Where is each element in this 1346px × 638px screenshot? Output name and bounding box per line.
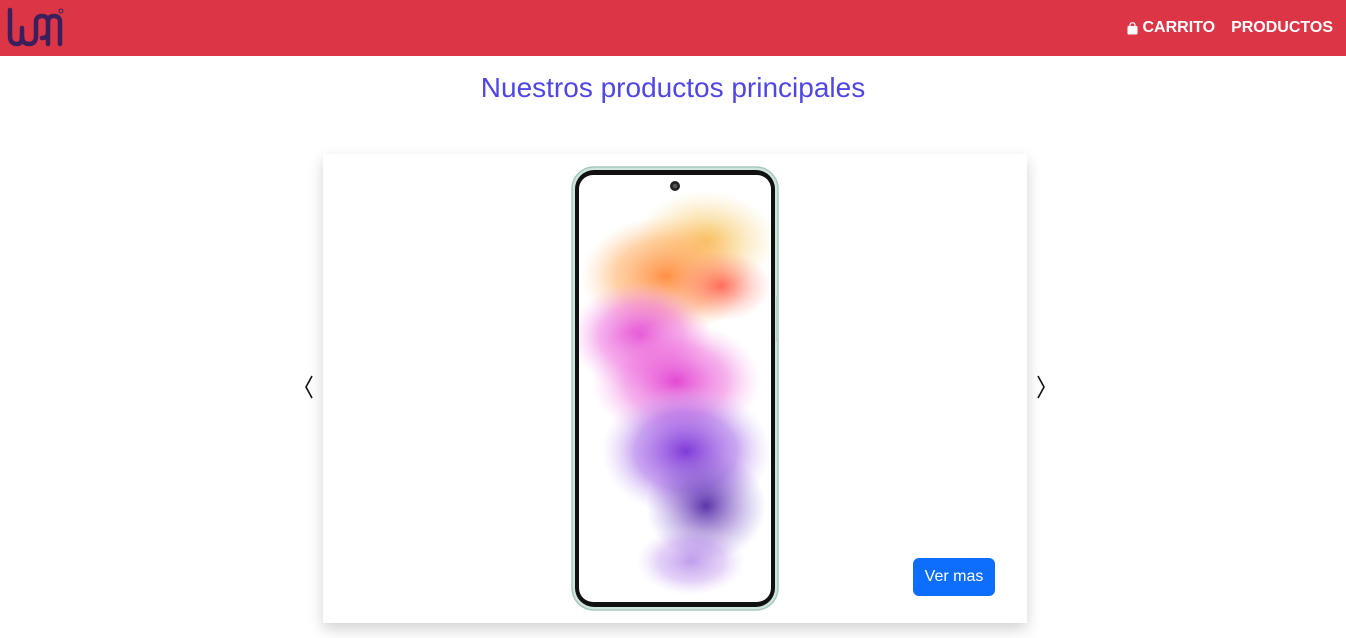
nav-cart-label: CARRITO (1142, 19, 1216, 36)
chevron-right-icon (1037, 375, 1045, 399)
shopping-bag-icon (1127, 21, 1138, 34)
page-title: Nuestros productos principales (480, 72, 866, 103)
carousel-next-button[interactable] (1031, 370, 1051, 404)
nav-cart-link[interactable]: CARRITO (1127, 19, 1215, 37)
logo-mark-icon (7, 7, 64, 47)
view-more-button[interactable]: Ver mas (913, 558, 995, 596)
nav-products-link[interactable]: PRODUCTOS (1231, 19, 1333, 37)
product-carousel: Ver mas (323, 154, 1027, 623)
carousel-prev-button[interactable] (299, 370, 319, 404)
product-image (571, 166, 779, 611)
nav-links: CARRITO PRODUCTOS (1127, 0, 1333, 56)
brand-logo[interactable] (6, 6, 64, 50)
phone-image (571, 166, 779, 611)
nav-products-label: PRODUCTOS (1231, 19, 1333, 36)
navbar: CARRITO PRODUCTOS (0, 0, 1346, 56)
chevron-left-icon (305, 375, 313, 399)
